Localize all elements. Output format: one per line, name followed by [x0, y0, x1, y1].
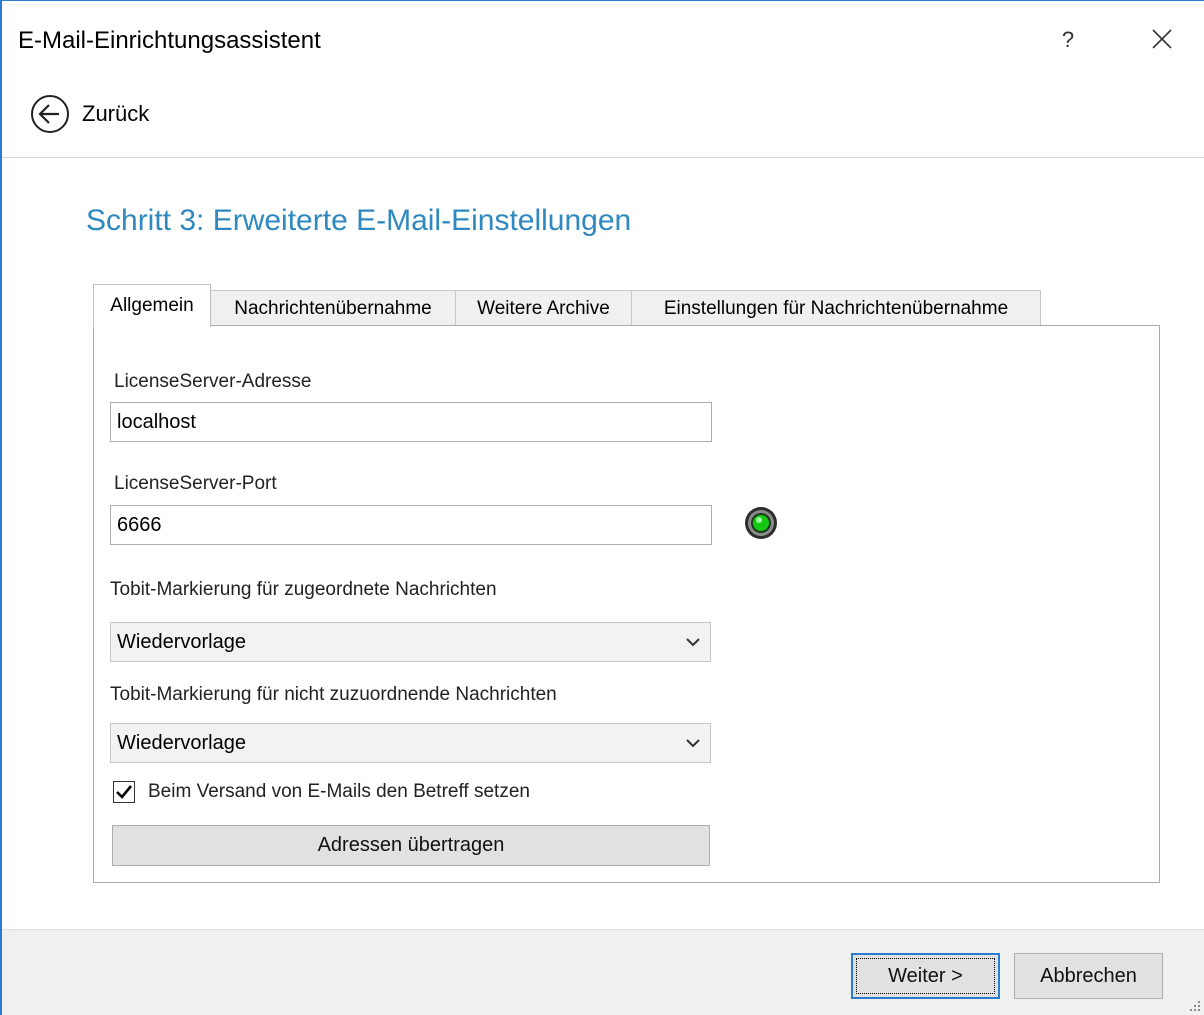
wizard-window: E-Mail-Einrichtungsassistent ? Zurück Sc…	[0, 0, 1204, 1015]
close-button[interactable]	[1146, 23, 1178, 55]
assigned-marker-label: Tobit-Markierung für zugeordnete Nachric…	[110, 579, 497, 600]
tab-einstellungen-nachrichtenuebernahme[interactable]: Einstellungen für Nachrichtenübernahme	[631, 290, 1041, 326]
server-address-label: LicenseServer-Adresse	[114, 371, 312, 392]
title-bar: E-Mail-Einrichtungsassistent ?	[2, 1, 1204, 81]
assigned-marker-dropdown[interactable]: Wiedervorlage	[110, 622, 711, 662]
chevron-down-icon	[686, 739, 700, 748]
back-button[interactable]: Zurück	[30, 92, 149, 136]
help-button[interactable]: ?	[1056, 27, 1080, 55]
step-title: Schritt 3: Erweiterte E-Mail-Einstellung…	[86, 204, 632, 237]
transfer-addresses-button[interactable]: Adressen übertragen	[112, 825, 710, 866]
tab-weitere-archive[interactable]: Weitere Archive	[455, 290, 632, 326]
cancel-button[interactable]: Abbrechen	[1014, 953, 1163, 999]
tab-allgemein[interactable]: Allgemein	[93, 284, 211, 327]
connection-status-indicator-icon	[745, 507, 777, 539]
window-title: E-Mail-Einrichtungsassistent	[18, 27, 321, 54]
close-icon	[1152, 29, 1172, 49]
unassigned-marker-dropdown[interactable]: Wiedervorlage	[110, 723, 711, 763]
next-button[interactable]: Weiter >	[851, 953, 1000, 999]
tab-nachrichtenuebernahme[interactable]: Nachrichtenübernahme	[210, 290, 456, 326]
set-subject-label: Beim Versand von E-Mails den Betreff set…	[148, 781, 530, 802]
unassigned-marker-label: Tobit-Markierung für nicht zuzuordnende …	[110, 684, 557, 705]
set-subject-checkbox[interactable]	[113, 781, 135, 803]
unassigned-marker-value: Wiedervorlage	[117, 732, 246, 754]
header-divider	[2, 157, 1204, 158]
server-port-input[interactable]	[110, 505, 712, 545]
chevron-down-icon	[686, 638, 700, 647]
resize-grip-icon[interactable]	[1188, 999, 1202, 1013]
assigned-marker-value: Wiedervorlage	[117, 631, 246, 653]
next-button-label: Weiter >	[888, 964, 963, 987]
server-port-label: LicenseServer-Port	[114, 473, 277, 494]
server-address-input[interactable]	[110, 402, 712, 442]
back-label: Zurück	[82, 101, 150, 126]
checkmark-icon	[116, 785, 133, 799]
arrow-left-circle-icon	[31, 95, 69, 133]
